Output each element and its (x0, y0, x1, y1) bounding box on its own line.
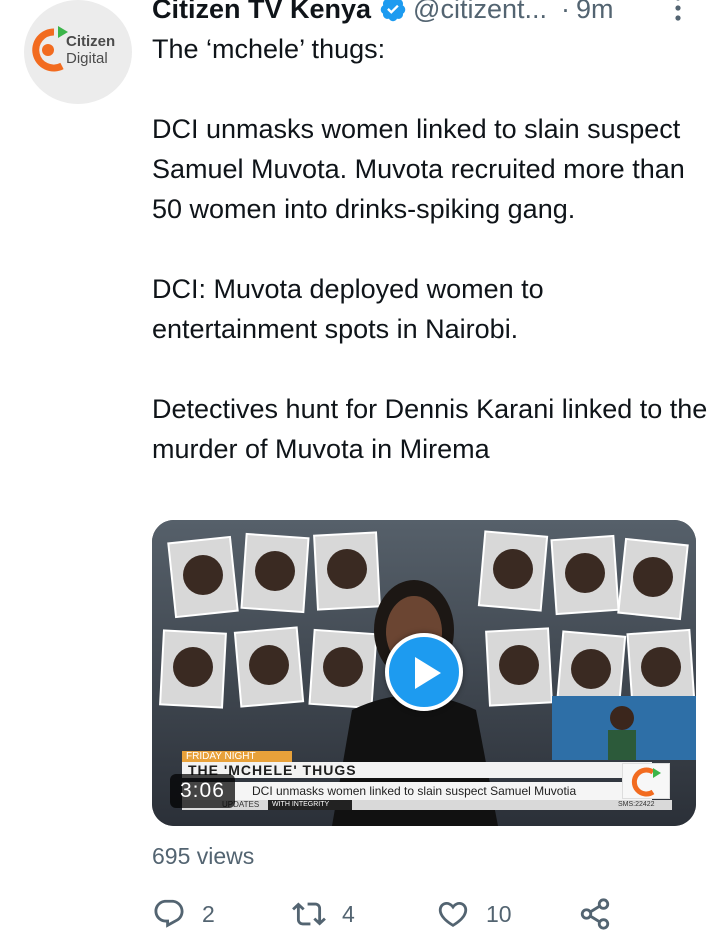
share-icon (580, 898, 610, 930)
share-button[interactable] (578, 890, 628, 938)
handle[interactable]: @citizent... (413, 0, 547, 25)
tweet-paragraph: Detectives hunt for Dennis Karani linked… (152, 394, 708, 464)
tweet-paragraph: DCI unmasks women linked to slain suspec… (152, 114, 685, 224)
tweet-paragraph (152, 69, 712, 109)
display-name[interactable]: Citizen TV Kenya (152, 0, 371, 25)
view-count: 695 views (152, 843, 255, 869)
more-options-icon[interactable] (668, 0, 688, 24)
avatar-line2: Digital (66, 50, 108, 67)
ticker-headline: THE 'MCHELE' THUGS (182, 762, 652, 778)
tweet-text: The ‘mchele’ thugs: DCI unmasks women li… (152, 29, 712, 469)
like-button[interactable]: 10 (436, 890, 512, 938)
retweet-button[interactable]: 4 (292, 890, 355, 938)
retweet-icon (292, 902, 326, 926)
ticker-sms: SMS:22422 (618, 801, 655, 808)
tweet-paragraph: DCI: Muvota deployed women to entertainm… (152, 274, 544, 344)
heart-icon (438, 901, 468, 927)
tweet-paragraph (152, 349, 712, 389)
timestamp[interactable]: 9m (576, 0, 614, 25)
avatar[interactable]: Citizen Digital (24, 0, 132, 104)
tweet-header: Citizen TV Kenya @citizent... · 9m (152, 0, 614, 26)
avatar-wordmark: Citizen Digital (66, 34, 115, 66)
retweet-count: 4 (342, 900, 355, 927)
video-duration: 3:06 (170, 774, 235, 808)
avatar-line1: Citizen (66, 33, 116, 50)
reply-button[interactable]: 2 (152, 890, 215, 938)
reply-count: 2 (202, 900, 215, 927)
play-button[interactable] (385, 633, 463, 711)
reply-icon (154, 899, 184, 928)
verified-badge-icon (380, 0, 406, 22)
ticker-sub: WITH INTEGRITY (268, 800, 352, 810)
play-icon (415, 657, 441, 689)
like-count: 10 (486, 900, 512, 927)
ticker-line: DCI unmasks women linked to slain suspec… (182, 782, 652, 800)
tweet-paragraph (152, 229, 712, 269)
tweet-actions: 2 4 10 (152, 890, 652, 938)
channel-logo-icon (622, 763, 670, 799)
ticker-tag: UPDATES (182, 800, 672, 810)
video-player[interactable]: FRIDAY NIGHT THE 'MCHELE' THUGS DCI unma… (152, 520, 696, 826)
separator-dot: · (561, 0, 570, 24)
tweet: Citizen Digital Citizen TV Kenya @citize… (0, 0, 720, 944)
tweet-paragraph: The ‘mchele’ thugs: (152, 34, 386, 64)
